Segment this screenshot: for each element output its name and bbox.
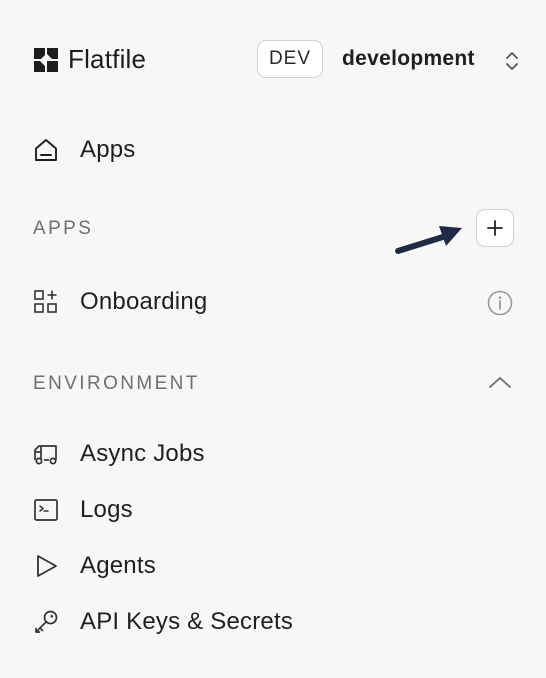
env-item-label: API Keys & Secrets [80,608,294,635]
chevron-up-down-icon[interactable] [502,48,522,74]
nav-item-apps-label: Apps [80,136,136,163]
flatfile-logo[interactable]: Flatfile [32,44,146,75]
add-app-button[interactable] [476,209,514,247]
app-item-onboarding[interactable]: Onboarding [32,282,207,322]
chevron-up-icon[interactable] [487,372,513,394]
env-item-agents[interactable]: Agents [32,546,156,586]
app-item-label: Onboarding [80,288,208,315]
env-item-label: Logs [80,496,133,523]
sidebar-header: Flatfile DEV development [0,0,546,120]
section-title-environment: ENVIRONMENT [33,373,200,394]
key-icon [32,608,60,636]
flatfile-logo-icon [34,47,58,72]
home-icon [32,136,60,164]
plus-icon [487,220,503,236]
terminal-icon [32,496,60,524]
section-title-apps: APPS [33,218,94,239]
play-icon [32,552,60,580]
env-item-async-jobs[interactable]: Async Jobs [32,434,205,474]
env-item-logs[interactable]: Logs [32,490,133,530]
environment-badge[interactable]: DEV [257,40,323,78]
env-item-api-keys[interactable]: API Keys & Secrets [32,602,293,642]
environment-name[interactable]: development [342,47,475,71]
arrow-pointer-icon [395,226,462,254]
info-icon[interactable] [486,289,514,317]
env-item-label: Agents [80,552,156,579]
brand-name: Flatfile [68,44,147,74]
truck-icon [32,440,60,468]
grid-plus-icon [32,288,60,316]
nav-item-apps[interactable]: Apps [32,130,136,170]
env-item-label: Async Jobs [80,440,205,467]
